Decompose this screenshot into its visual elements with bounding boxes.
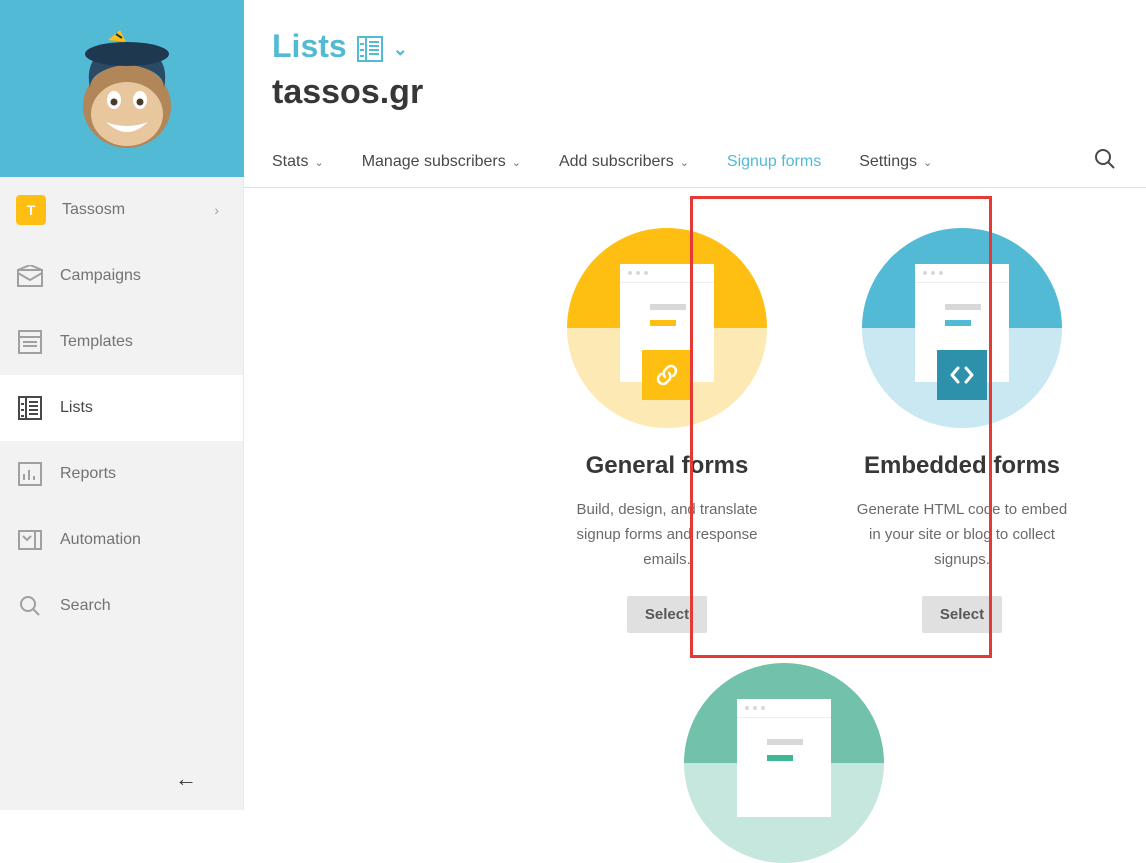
user-avatar: T <box>16 195 46 225</box>
nav-automation[interactable]: Automation <box>0 507 243 573</box>
nav-templates[interactable]: Templates <box>0 309 243 375</box>
nav: T Tassosm › Campaigns Templates <box>0 177 243 639</box>
user-name-label: Tassosm <box>62 201 214 219</box>
tab-label: Signup forms <box>727 153 821 171</box>
nav-label: Automation <box>60 531 219 549</box>
tab-stats[interactable]: Stats ⌄ <box>272 153 324 171</box>
envelope-icon <box>16 262 44 290</box>
page-header: Lists ⌄ tassos.gr <box>244 0 1146 136</box>
nav-user[interactable]: T Tassosm › <box>0 177 243 243</box>
chevron-right-icon: › <box>214 202 219 218</box>
sidebar: T Tassosm › Campaigns Templates <box>0 0 244 810</box>
tabbar: Stats ⌄ Manage subscribers ⌄ Add subscri… <box>244 136 1146 188</box>
nav-label: Campaigns <box>60 267 219 285</box>
breadcrumb-label: Lists <box>272 28 347 65</box>
select-embedded-forms-button[interactable]: Select <box>922 596 1002 633</box>
tab-add-subscribers[interactable]: Add subscribers ⌄ <box>559 153 689 171</box>
tab-label: Settings <box>859 153 917 171</box>
nav-campaigns[interactable]: Campaigns <box>0 243 243 309</box>
code-icon <box>937 350 987 400</box>
general-forms-illustration <box>567 228 767 428</box>
card-title: General forms <box>537 452 797 480</box>
main: Lists ⌄ tassos.gr Stats ⌄ Manage subscri… <box>244 0 1146 810</box>
nav-label: Search <box>60 597 219 615</box>
breadcrumb-lists[interactable]: Lists ⌄ <box>272 28 1146 65</box>
mailchimp-logo-icon <box>72 30 182 150</box>
barchart-icon <box>16 460 44 488</box>
form-type-cards: General forms Build, design, and transla… <box>244 188 1146 228</box>
automation-icon <box>16 526 44 554</box>
nav-lists[interactable]: Lists <box>0 375 243 441</box>
nav-label: Lists <box>60 399 219 417</box>
chevron-down-icon: ⌄ <box>512 156 521 169</box>
nav-search[interactable]: Search <box>0 573 243 639</box>
card-general-forms: General forms Build, design, and transla… <box>537 228 797 633</box>
nav-label: Templates <box>60 333 219 351</box>
tab-label: Stats <box>272 153 308 171</box>
card-description: Build, design, and translate signup form… <box>557 498 777 572</box>
tab-settings[interactable]: Settings ⌄ <box>859 153 932 171</box>
lists-icon <box>16 394 44 422</box>
chevron-down-icon: ⌄ <box>680 156 689 169</box>
tab-manage-subscribers[interactable]: Manage subscribers ⌄ <box>362 153 521 171</box>
search-icon <box>1094 148 1116 170</box>
logo[interactable] <box>0 0 244 177</box>
tab-label: Add subscribers <box>559 153 674 171</box>
select-general-forms-button[interactable]: Select <box>627 596 707 633</box>
card-subscriber-popup-illustration <box>684 663 884 863</box>
card-embedded-forms: Embedded forms Generate HTML code to emb… <box>832 228 1092 633</box>
nav-label: Reports <box>60 465 219 483</box>
chevron-down-icon: ⌄ <box>923 156 932 169</box>
embedded-forms-illustration <box>862 228 1062 428</box>
search-icon <box>16 592 44 620</box>
collapse-sidebar-button[interactable]: ← <box>175 766 197 792</box>
card-title: Embedded forms <box>832 452 1092 480</box>
page-title: tassos.gr <box>272 73 1146 112</box>
chevron-down-icon: ⌄ <box>393 39 408 60</box>
tab-signup-forms[interactable]: Signup forms <box>727 153 821 171</box>
card-description: Generate HTML code to embed in your site… <box>852 498 1072 572</box>
search-button[interactable] <box>1094 148 1116 175</box>
chevron-down-icon: ⌄ <box>314 156 323 169</box>
link-icon <box>642 350 692 400</box>
template-icon <box>16 328 44 356</box>
nav-reports[interactable]: Reports <box>0 441 243 507</box>
tab-label: Manage subscribers <box>362 153 506 171</box>
lists-icon <box>357 36 383 62</box>
